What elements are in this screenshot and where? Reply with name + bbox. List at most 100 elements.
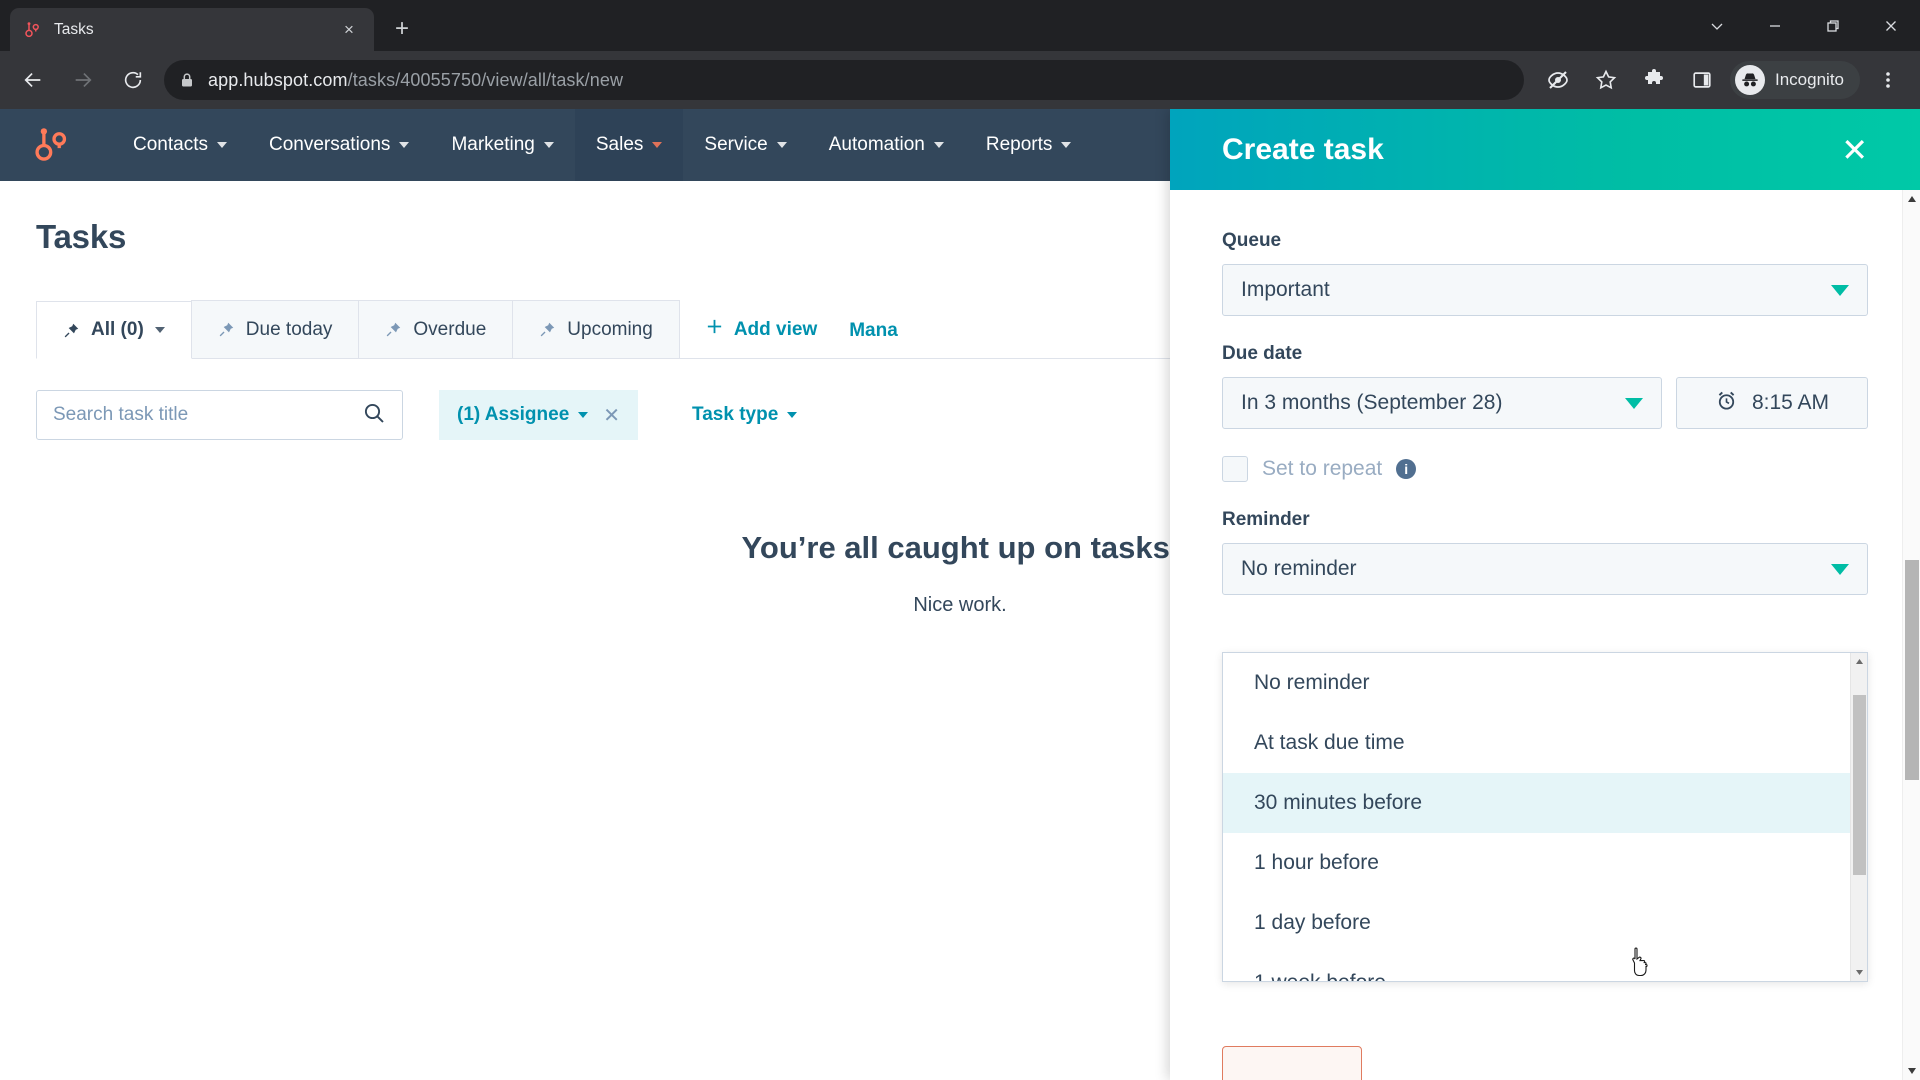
panel-scrollbar[interactable]: [1902, 190, 1920, 1080]
chevron-down-icon: [1625, 397, 1643, 409]
close-window-icon[interactable]: [1862, 0, 1920, 51]
nav-item-automation[interactable]: Automation: [808, 109, 965, 181]
tab-strip: Tasks × +: [0, 0, 1920, 51]
back-button[interactable]: [13, 60, 53, 100]
chevron-down-icon: [1831, 284, 1849, 296]
info-icon[interactable]: i: [1396, 459, 1417, 479]
scroll-up-arrow-icon[interactable]: [1851, 653, 1867, 670]
panel-scroll-thumb[interactable]: [1905, 560, 1919, 780]
minimize-icon[interactable]: [1746, 0, 1804, 51]
browser-tab[interactable]: Tasks ×: [10, 8, 374, 51]
clear-assignee-filter-icon[interactable]: ✕: [603, 403, 620, 428]
extensions-puzzle-icon[interactable]: [1634, 60, 1674, 100]
tracking-protection-eye-slash-icon[interactable]: [1538, 60, 1578, 100]
reminder-select[interactable]: No reminder: [1222, 543, 1868, 595]
search-icon: [362, 401, 386, 430]
hubspot-sprocket-logo[interactable]: [30, 124, 72, 166]
nav-item-reports[interactable]: Reports: [965, 109, 1093, 181]
due-date-select[interactable]: In 3 months (September 28): [1222, 377, 1662, 429]
tab-overdue[interactable]: Overdue: [358, 300, 514, 358]
close-icon[interactable]: ×: [336, 17, 362, 43]
queue-select[interactable]: Important: [1222, 264, 1868, 316]
due-date-row: In 3 months (September 28) 8:15 AM: [1222, 377, 1868, 429]
due-date-label: Due date: [1222, 343, 1303, 364]
search-input[interactable]: Search task title: [36, 390, 403, 440]
nav-item-service[interactable]: Service: [683, 109, 807, 181]
nav-label: Service: [704, 134, 768, 155]
hubspot-logo-icon: [22, 20, 42, 40]
dropdown-scroll-thumb[interactable]: [1853, 695, 1866, 875]
browser-toolbar: app.hubspot.com/tasks/40055750/view/all/…: [0, 51, 1920, 109]
pin-icon: [385, 321, 402, 338]
chevron-down-icon: [1061, 142, 1072, 148]
nav-label: Automation: [828, 134, 925, 155]
chevron-down-icon: [216, 142, 227, 148]
create-task-submit-button[interactable]: [1222, 1046, 1362, 1080]
panel-body: Queue Important Due date In 3 months (Se…: [1170, 190, 1920, 1080]
three-dot-menu-icon[interactable]: [1868, 60, 1908, 100]
dropdown-scrollbar[interactable]: [1850, 653, 1867, 981]
url-path: /tasks/40055750/view/all/task/new: [347, 69, 624, 90]
due-time-input[interactable]: 8:15 AM: [1676, 377, 1868, 429]
tab-search-chevron-down-icon[interactable]: [1688, 0, 1746, 51]
nav-item-marketing[interactable]: Marketing: [430, 109, 574, 181]
nav-item-conversations[interactable]: Conversations: [248, 109, 430, 181]
chevron-down-icon: [787, 412, 798, 418]
panel-scroll-down-arrow-icon[interactable]: [1903, 1062, 1920, 1080]
create-task-panel: Create task ✕ Queue Important Due date I…: [1170, 109, 1920, 1080]
tab-upcoming[interactable]: Upcoming: [512, 300, 680, 358]
filter-chip-assignee[interactable]: (1) Assignee ✕: [439, 390, 639, 440]
browser-window: Tasks × + app.hubspot.com/tasks/40055750…: [0, 0, 1920, 1080]
close-panel-icon[interactable]: ✕: [1841, 134, 1868, 166]
bookmark-star-icon[interactable]: [1586, 60, 1626, 100]
panel-title: Create task: [1222, 132, 1384, 166]
dropdown-option-no-reminder[interactable]: No reminder: [1223, 653, 1867, 713]
nav-item-sales[interactable]: Sales: [574, 109, 684, 181]
add-view-label: Add view: [733, 318, 818, 340]
chevron-down-icon: [1831, 563, 1849, 575]
panel-scroll-up-arrow-icon[interactable]: [1903, 190, 1920, 208]
dropdown-option-1-day-before[interactable]: 1 day before: [1223, 893, 1867, 953]
tab-all[interactable]: All (0): [36, 301, 192, 359]
incognito-hat-icon: [1735, 65, 1765, 95]
tab-label: Overdue: [413, 318, 487, 340]
set-to-repeat-checkbox[interactable]: [1222, 456, 1248, 482]
add-view-button[interactable]: Add view: [705, 317, 817, 342]
nav-item-contacts[interactable]: Contacts: [112, 109, 248, 181]
panel-header: Create task ✕: [1170, 109, 1920, 190]
dropdown-option-1-week-before[interactable]: 1 week before: [1223, 953, 1867, 981]
profile-incognito-pill[interactable]: Incognito: [1730, 61, 1860, 99]
manage-views-link[interactable]: Mana: [849, 320, 898, 342]
new-tab-button[interactable]: +: [383, 10, 421, 48]
tab-label: Upcoming: [567, 318, 653, 340]
chevron-down-icon: [776, 142, 787, 148]
reminder-value: No reminder: [1241, 557, 1357, 580]
dropdown-option-at-task-due-time[interactable]: At task due time: [1223, 713, 1867, 773]
chevron-down-icon: [399, 142, 410, 148]
page-viewport: Contacts Conversations Marketing Sales S…: [0, 109, 1920, 1080]
chevron-down-icon: [578, 412, 589, 418]
dropdown-option-1-hour-before[interactable]: 1 hour before: [1223, 833, 1867, 893]
task-type-label: Task type: [692, 404, 779, 425]
queue-label: Queue: [1222, 230, 1282, 251]
nav-label: Marketing: [451, 134, 535, 155]
chevron-down-icon: [933, 142, 944, 148]
reload-button[interactable]: [113, 60, 153, 100]
plus-icon: [705, 317, 724, 342]
filter-chip-task-type[interactable]: Task type: [674, 390, 815, 440]
reminder-label: Reminder: [1222, 509, 1310, 530]
chevron-down-icon: [652, 142, 663, 148]
alarm-clock-icon: [1715, 389, 1738, 418]
dropdown-option-30-minutes-before[interactable]: 30 minutes before: [1223, 773, 1867, 833]
url-text: app.hubspot.com/tasks/40055750/view/all/…: [208, 70, 623, 91]
set-to-repeat-row[interactable]: Set to repeat i: [1222, 456, 1868, 482]
pin-icon: [63, 322, 80, 339]
tab-due-today[interactable]: Due today: [190, 300, 360, 358]
forward-button[interactable]: [63, 60, 103, 100]
side-panel-icon[interactable]: [1682, 60, 1722, 100]
restore-icon[interactable]: [1804, 0, 1862, 51]
scroll-down-arrow-icon[interactable]: [1851, 964, 1867, 981]
address-bar[interactable]: app.hubspot.com/tasks/40055750/view/all/…: [164, 60, 1524, 100]
profile-label: Incognito: [1775, 70, 1844, 89]
lock-icon: [180, 72, 194, 88]
